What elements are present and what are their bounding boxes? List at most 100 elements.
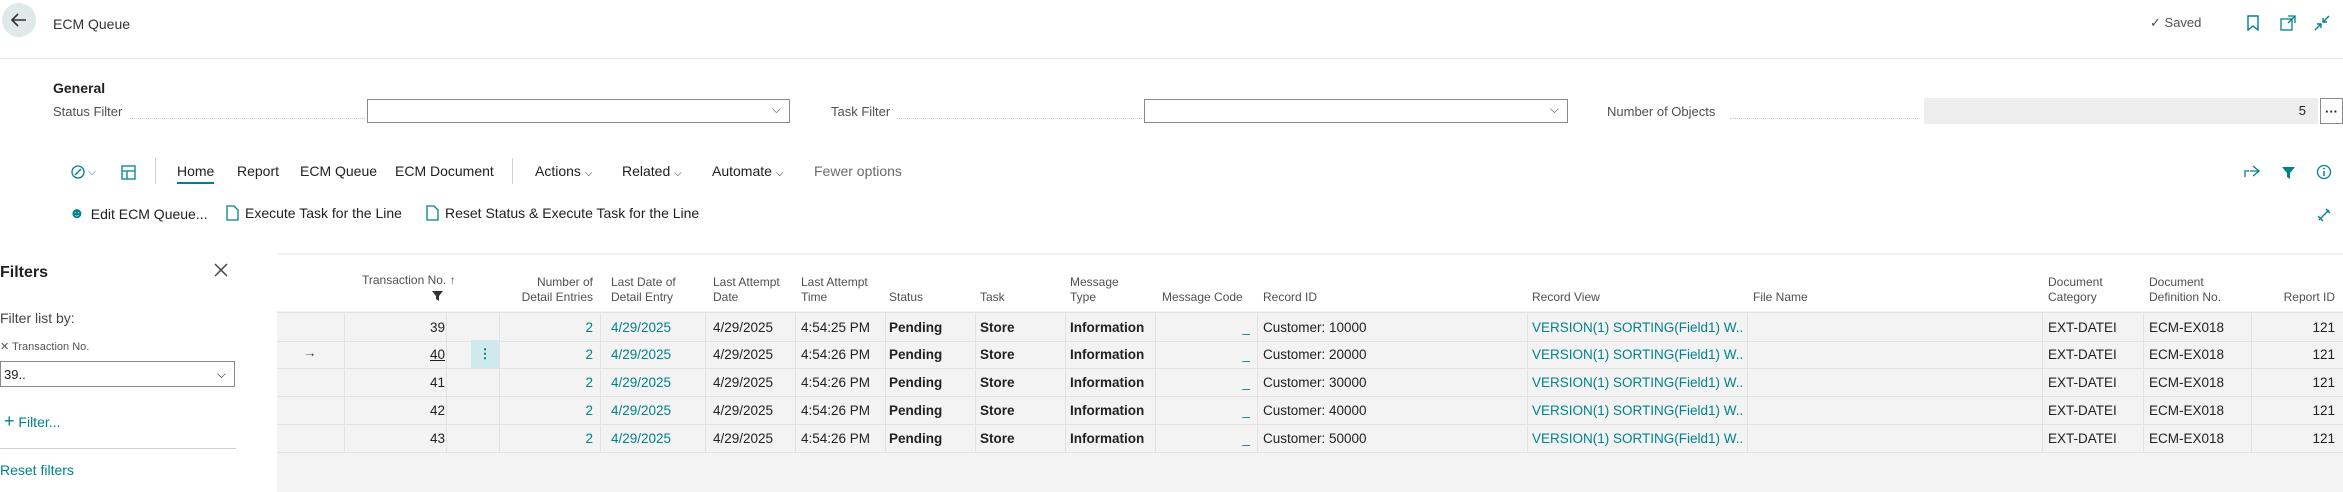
column-divider — [499, 368, 500, 396]
cell-detail-entries[interactable]: 2 — [507, 403, 593, 418]
col-document-category[interactable]: Document Category — [2048, 275, 2103, 305]
tab-home[interactable]: Home — [177, 163, 215, 184]
execute-task-button[interactable]: Execute Task for the Line — [226, 205, 402, 221]
add-filter-button[interactable]: + Filter... — [4, 411, 60, 432]
edit-ecm-queue-button[interactable]: ☻ Edit ECM Queue... — [69, 205, 208, 222]
col-record-id[interactable]: Record ID — [1263, 290, 1317, 305]
cell-transaction-no[interactable]: 40 — [345, 347, 445, 362]
cell-message-code[interactable]: _ — [1162, 431, 1250, 446]
col-file-name[interactable]: File Name — [1753, 290, 1808, 305]
bookmark-icon[interactable] — [2242, 12, 2264, 34]
row-actions-icon[interactable]: ⋮ — [471, 340, 499, 368]
col-status[interactable]: Status — [889, 290, 923, 305]
column-divider — [600, 313, 601, 341]
cell-transaction-no[interactable]: 42 — [345, 403, 445, 418]
table-row[interactable]: 42 2 4/29/2025 4/29/2025 4:54:26 PM Pending St… — [277, 396, 2343, 425]
column-divider — [975, 368, 976, 396]
filter-value-input[interactable]: 39.. ⌵ — [0, 361, 235, 387]
cell-detail-entries[interactable]: 2 — [507, 431, 593, 446]
table-row[interactable]: 39 2 4/29/2025 4/29/2025 4:54:25 PM Pending St… — [277, 312, 2343, 342]
col-transaction-no[interactable]: Transaction No. ↑ — [362, 273, 456, 288]
cell-attempt-time: 4:54:25 PM — [801, 320, 871, 335]
col-message-code[interactable]: Message Code — [1162, 290, 1243, 305]
cell-document-definition: ECM-EX018 — [2149, 375, 2225, 390]
cell-transaction-no[interactable]: 43 — [345, 431, 445, 446]
cell-transaction-no[interactable]: 39 — [345, 320, 445, 335]
col-message-type[interactable]: Message Type — [1070, 275, 1119, 305]
column-divider — [1065, 340, 1066, 368]
open-new-window-icon[interactable] — [2277, 12, 2299, 34]
remove-icon[interactable]: ✕ — [0, 341, 9, 353]
fewer-options-button[interactable]: Fewer options — [814, 163, 902, 179]
col-report-id[interactable]: Report ID — [2257, 290, 2335, 305]
cell-document-category: EXT-DATEI — [2048, 431, 2117, 446]
cell-record-view[interactable]: VERSION(1) SORTING(Field1) W... — [1532, 403, 1742, 418]
col-attempt-time[interactable]: Last Attempt Time — [801, 275, 868, 305]
col-record-view[interactable]: Record View — [1532, 290, 1600, 305]
cell-last-date[interactable]: 4/29/2025 — [611, 375, 701, 390]
menu-related[interactable]: Related ⌵ — [622, 163, 682, 179]
status-filter-select[interactable]: ⌵ — [367, 99, 790, 123]
reset-execute-button[interactable]: Reset Status & Execute Task for the Line — [426, 205, 699, 221]
share-icon[interactable] — [2241, 162, 2263, 182]
tab-ecm-queue[interactable]: ECM Queue — [300, 163, 377, 179]
cell-detail-entries[interactable]: 2 — [507, 320, 593, 335]
task-filter-select[interactable]: ⌵ — [1144, 99, 1568, 123]
close-icon[interactable] — [211, 260, 231, 280]
col-header-line: Time — [801, 290, 828, 304]
col-attempt-date[interactable]: Last Attempt Date — [713, 275, 780, 305]
column-divider — [795, 396, 796, 424]
column-divider — [2042, 396, 2043, 424]
cell-record-view[interactable]: VERSION(1) SORTING(Field1) W... — [1532, 431, 1742, 446]
cell-record-view[interactable]: VERSION(1) SORTING(Field1) W... — [1532, 375, 1742, 390]
cell-detail-entries[interactable]: 2 — [507, 375, 593, 390]
cell-last-date[interactable]: 4/29/2025 — [611, 431, 701, 446]
filter-field-chip[interactable]: ✕ Transaction No. — [0, 340, 89, 353]
column-divider — [600, 368, 601, 396]
cell-transaction-no[interactable]: 41 — [345, 375, 445, 390]
info-icon[interactable] — [2313, 162, 2335, 182]
menu-related-label: Related — [622, 163, 671, 179]
cell-message-code[interactable]: _ — [1162, 403, 1250, 418]
cell-report-id: 121 — [2312, 347, 2335, 362]
table-row[interactable]: 41 2 4/29/2025 4/29/2025 4:54:26 PM Pending St… — [277, 368, 2343, 397]
back-button[interactable] — [2, 3, 36, 37]
column-divider — [795, 424, 796, 452]
menu-actions[interactable]: Actions ⌵ — [535, 163, 592, 179]
tab-ecm-document[interactable]: ECM Document — [395, 163, 494, 179]
cell-message-code[interactable]: _ — [1162, 375, 1250, 390]
cell-detail-entries[interactable]: 2 — [507, 347, 593, 362]
personalize-icon[interactable] — [2313, 204, 2335, 224]
more-options-button[interactable]: ··· — [2320, 98, 2343, 124]
collapse-icon[interactable] — [2311, 12, 2333, 34]
divider — [0, 448, 236, 449]
column-divider — [1527, 424, 1528, 452]
cell-message-code[interactable]: _ — [1162, 347, 1250, 362]
column-divider — [446, 313, 447, 341]
cell-record-view[interactable]: VERSION(1) SORTING(Field1) W... — [1532, 347, 1742, 362]
col-document-definition[interactable]: Document Definition No. — [2149, 275, 2221, 305]
col-detail-entries[interactable]: Number of Detail Entries — [507, 275, 593, 305]
reset-filters-link[interactable]: Reset filters — [0, 462, 74, 478]
cell-document-category: EXT-DATEI — [2048, 375, 2117, 390]
col-task[interactable]: Task — [980, 290, 1005, 305]
cell-message-code[interactable]: _ — [1162, 320, 1250, 335]
menu-automate[interactable]: Automate ⌵ — [712, 163, 783, 179]
tab-report[interactable]: Report — [237, 163, 279, 179]
col-last-date[interactable]: Last Date of Detail Entry — [611, 275, 676, 305]
general-heading: General — [53, 80, 106, 96]
cell-last-date[interactable]: 4/29/2025 — [611, 320, 701, 335]
new-document-dropdown[interactable]: ⌵ — [66, 162, 100, 182]
cell-last-date[interactable]: 4/29/2025 — [611, 347, 701, 362]
cell-last-date[interactable]: 4/29/2025 — [611, 403, 701, 418]
table-row[interactable]: 40 2 4/29/2025 4/29/2025 4:54:26 PM Pending St… — [277, 340, 2343, 369]
filter-pane-icon[interactable] — [2277, 162, 2299, 182]
column-divider — [1065, 313, 1066, 341]
status-filter-label: Status Filter — [53, 104, 123, 119]
column-divider — [2251, 313, 2252, 341]
cell-record-view[interactable]: VERSION(1) SORTING(Field1) W... — [1532, 320, 1742, 335]
cell-attempt-date: 4/29/2025 — [713, 347, 774, 362]
table-row[interactable]: 43 2 4/29/2025 4/29/2025 4:54:26 PM Pending St… — [277, 424, 2343, 453]
layout-icon[interactable] — [118, 162, 138, 182]
chevron-down-icon: ⌵ — [771, 102, 781, 116]
